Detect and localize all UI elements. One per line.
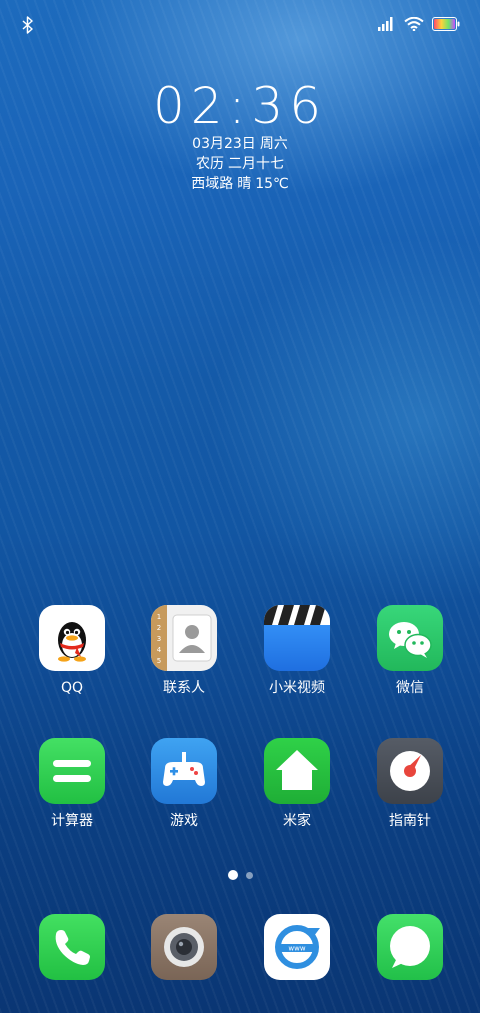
dock: www (0, 914, 480, 984)
temperature-text: 15℃ (255, 176, 289, 192)
app-wechat[interactable]: 微信 (360, 605, 460, 697)
dock-camera[interactable] (134, 914, 234, 980)
calculator-icon (39, 738, 105, 804)
app-label: 联系人 (163, 680, 205, 696)
mi-home-icon (264, 738, 330, 804)
mi-video-icon (264, 605, 330, 671)
dock-browser[interactable]: www (247, 914, 347, 980)
bluetooth-icon (22, 16, 33, 34)
svg-text:2: 2 (157, 624, 161, 632)
weekday-text: 周六 (259, 136, 288, 152)
svg-text:1: 1 (157, 613, 161, 621)
app-label: 米家 (283, 813, 311, 829)
compass-icon (377, 738, 443, 804)
app-compass[interactable]: 指南针 (360, 738, 460, 830)
app-label: 微信 (396, 680, 424, 696)
dock-messages[interactable] (360, 914, 460, 980)
battery-icon (432, 17, 460, 31)
wifi-icon (404, 17, 424, 31)
app-mi-video[interactable]: 小米视频 (247, 605, 347, 697)
app-label: QQ (60, 680, 84, 696)
app-label: 小米视频 (269, 680, 325, 696)
phone-icon (39, 914, 105, 980)
svg-text:4: 4 (157, 646, 162, 654)
app-contacts[interactable]: 1 2 3 4 5 联系人 (134, 605, 234, 697)
status-bar (0, 0, 480, 50)
svg-text:5: 5 (157, 657, 161, 665)
lunar-date: 二月十七 (228, 156, 284, 172)
messages-icon (377, 914, 443, 980)
lockscreen-info: 02:36 03月23日 周六 农历 二月十七 西域路晴 15℃ (0, 78, 480, 194)
page-indicator[interactable] (0, 870, 480, 880)
date-text: 03月23日 (192, 136, 256, 152)
dock-phone[interactable] (22, 914, 122, 980)
app-game[interactable]: 游戏 (134, 738, 234, 830)
signal-icon (378, 17, 393, 31)
browser-icon: www (264, 914, 330, 980)
app-label: 计算器 (51, 813, 93, 829)
browser-icon-text: www (288, 945, 305, 953)
camera-icon (151, 914, 217, 980)
app-mi-home[interactable]: 米家 (247, 738, 347, 830)
app-qq[interactable]: QQ (22, 605, 122, 697)
clock-time[interactable]: 02:36 (0, 78, 480, 134)
page-dot-active[interactable] (227, 870, 238, 880)
lunar-prefix: 农历 (196, 156, 224, 172)
svg-text:3: 3 (157, 635, 161, 643)
page-dot[interactable] (245, 871, 253, 879)
weather-text: 晴 (237, 176, 252, 192)
qq-penguin-icon (39, 605, 105, 671)
app-label: 游戏 (170, 813, 198, 829)
app-label: 指南针 (389, 813, 431, 829)
wechat-icon (377, 605, 443, 671)
weather-line[interactable]: 西域路晴 15℃ (0, 175, 480, 194)
location-text: 西域路 (191, 176, 234, 192)
app-calculator[interactable]: 计算器 (22, 738, 122, 830)
lunar-line: 农历 二月十七 (0, 155, 480, 174)
date-line[interactable]: 03月23日 周六 (0, 135, 480, 154)
game-controller-icon (151, 738, 217, 804)
contacts-icon: 1 2 3 4 5 (151, 605, 217, 671)
